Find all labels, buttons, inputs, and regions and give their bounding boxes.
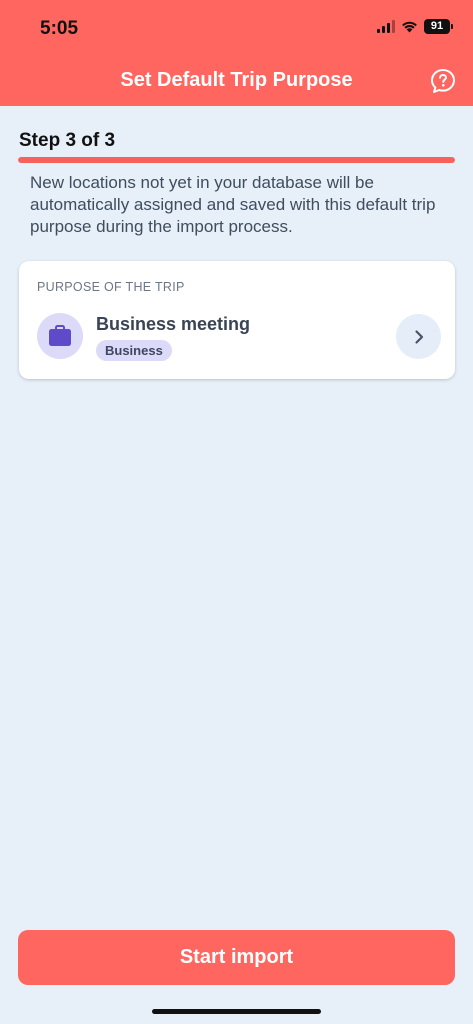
step-indicator: Step 3 of 3 [19, 130, 116, 151]
purpose-section-label: PURPOSE OF THE TRIP [37, 280, 185, 294]
import-description: New locations not yet in your database w… [30, 173, 436, 236]
wifi-icon [402, 21, 417, 33]
header: 5:05 91 Set Default Trip Purpose [0, 0, 473, 106]
help-bubble-icon [431, 69, 455, 93]
page-title: Set Default Trip Purpose [120, 69, 353, 91]
status-icons: 91 [377, 19, 453, 34]
start-import-button[interactable]: Start import [18, 930, 455, 985]
purpose-title: Business meeting [96, 314, 251, 334]
status-time: 5:05 [40, 18, 79, 39]
cellular-signal-icon [377, 20, 395, 33]
purpose-category-badge: Business [96, 340, 172, 361]
step-progress-fill [18, 157, 455, 163]
screen: 5:05 91 Set Default Trip Purpose Step 3 … [0, 0, 473, 1024]
help-button[interactable] [429, 67, 457, 95]
step-progress-bar [18, 157, 455, 163]
select-purpose-button[interactable] [396, 314, 441, 359]
home-indicator [152, 1009, 321, 1014]
battery-icon: 91 [424, 19, 453, 34]
briefcase-icon [49, 325, 71, 346]
trip-purpose-card[interactable]: PURPOSE OF THE TRIP Business meeting Bus… [19, 261, 455, 379]
purpose-icon-badge [37, 313, 83, 359]
battery-level: 91 [424, 19, 450, 34]
chevron-right-icon [414, 329, 423, 344]
